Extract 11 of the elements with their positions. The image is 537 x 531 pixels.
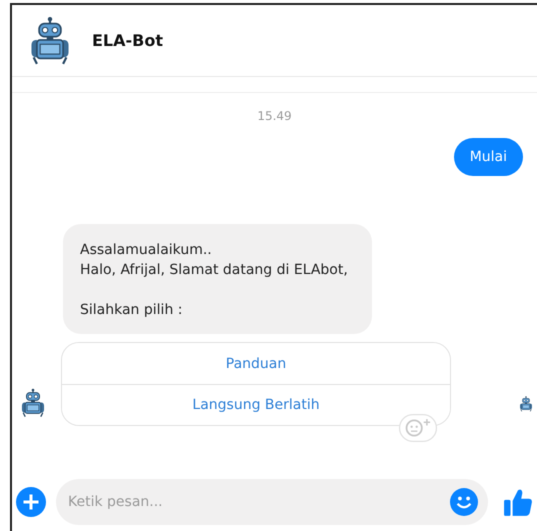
- sent-message: Mulai: [454, 138, 523, 176]
- thumbs-up-icon[interactable]: [504, 487, 532, 517]
- chat-title: ELA-Bot: [92, 31, 163, 50]
- add-icon[interactable]: [16, 487, 46, 517]
- smiley-icon[interactable]: [450, 488, 478, 516]
- message-input[interactable]: Ketik pesan...: [56, 479, 488, 525]
- robot-icon: [519, 396, 533, 412]
- received-message: Assalamualaikum.. Halo, Afrijal, Slamat datang di ELAbot, Silahkan pilih :: [63, 224, 372, 334]
- quick-reply-button[interactable]: Langsung Berlatih: [62, 384, 450, 425]
- robot-icon: [20, 388, 46, 418]
- timestamp: 15.49: [257, 109, 292, 123]
